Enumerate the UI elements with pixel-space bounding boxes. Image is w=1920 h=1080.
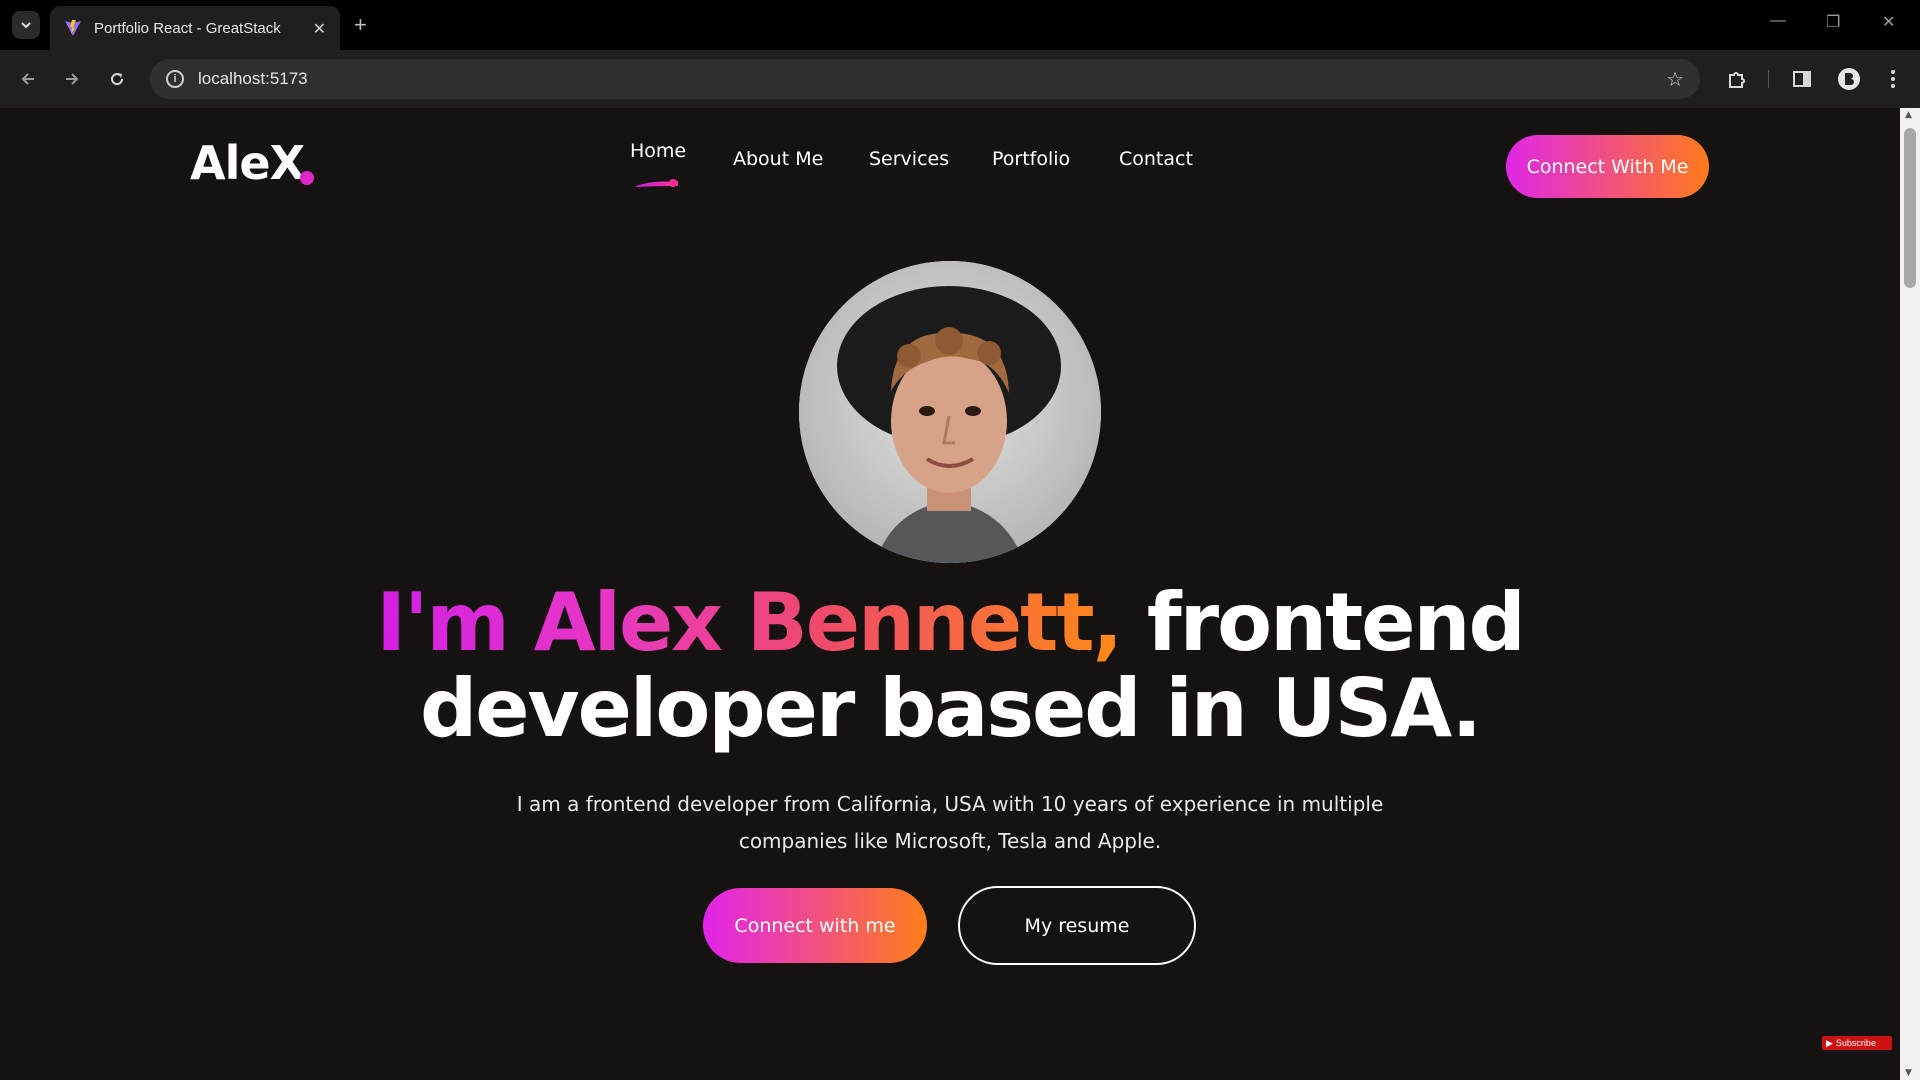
nav-item-home[interactable]: Home (630, 140, 686, 162)
new-tab-button[interactable]: + (354, 12, 367, 38)
nav-item-contact[interactable]: Contact (1119, 148, 1193, 170)
url-text: localhost:5173 (198, 69, 308, 88)
profile-avatar-icon (1838, 68, 1860, 90)
scroll-up-icon[interactable]: ▲ (1905, 110, 1912, 120)
tab-close-icon[interactable]: ✕ (313, 19, 326, 38)
hero-heading: I'm Alex Bennett, frontend developer bas… (0, 580, 1900, 752)
arrow-left-icon (21, 73, 34, 85)
reload-button[interactable] (103, 65, 131, 93)
hero-description: I am a frontend developer from Californi… (516, 792, 1384, 853)
minimize-button[interactable]: — (1770, 12, 1786, 30)
tab-search-button[interactable] (12, 11, 40, 39)
site-info-icon[interactable]: i (166, 70, 184, 88)
profile-button[interactable] (1836, 66, 1862, 92)
profile-photo (799, 261, 1101, 563)
hero-heading-line1-rest: frontend (1121, 576, 1526, 669)
page-scrollbar[interactable]: ▲ ▼ (1900, 108, 1920, 1080)
active-nav-underline (636, 179, 678, 187)
more-vertical-icon (1891, 70, 1895, 88)
side-panel-icon (1793, 71, 1811, 87)
arrow-right-icon (66, 73, 79, 85)
forward-button[interactable] (58, 65, 86, 93)
scroll-down-icon[interactable]: ▼ (1905, 1068, 1912, 1078)
scrollbar-thumb[interactable] (1904, 128, 1916, 288)
subscribe-badge[interactable]: ▶ Subscribe (1822, 1036, 1892, 1050)
nav-item-services[interactable]: Services (869, 148, 949, 170)
nav-item-about-me[interactable]: About Me (733, 148, 823, 170)
vite-favicon-icon (65, 20, 81, 36)
page-viewport: AleX Home About Me Services Portfolio Co… (0, 108, 1900, 1080)
browser-tab-bar: Portfolio React - GreatStack ✕ + — ❐ ✕ (0, 0, 1920, 50)
browser-menu-button[interactable] (1880, 66, 1906, 92)
extensions-button[interactable] (1724, 66, 1750, 92)
address-bar[interactable]: i localhost:5173 ☆ (150, 59, 1700, 99)
toolbar-divider (1768, 70, 1769, 88)
nav-item-portfolio[interactable]: Portfolio (992, 148, 1070, 170)
back-button[interactable] (14, 65, 42, 93)
my-resume-button[interactable]: My resume (958, 886, 1196, 965)
connect-with-me-nav-button[interactable]: Connect With Me (1506, 135, 1709, 198)
reload-icon (111, 73, 124, 86)
connect-with-me-button[interactable]: Connect with me (703, 888, 927, 963)
puzzle-icon (1729, 72, 1745, 88)
browser-toolbar: i localhost:5173 ☆ (0, 50, 1920, 108)
hero-heading-line2: developer based in USA. (420, 662, 1482, 755)
chevron-down-icon (21, 22, 31, 29)
restore-button[interactable]: ❐ (1826, 12, 1840, 32)
side-panel-button[interactable] (1789, 66, 1815, 92)
logo-accent-dot (300, 171, 314, 185)
subscribe-badge-label: Subscribe (1835, 1038, 1876, 1048)
browser-tab-active[interactable]: Portfolio React - GreatStack ✕ (50, 6, 340, 50)
hero-heading-name: I'm Alex Bennett, (376, 576, 1123, 669)
site-logo[interactable]: AleX (190, 136, 305, 190)
close-window-button[interactable]: ✕ (1882, 12, 1895, 32)
bookmark-star-icon[interactable]: ☆ (1666, 67, 1684, 91)
youtube-play-icon: ▶ (1826, 1037, 1833, 1048)
profile-portrait-illustration (799, 261, 1101, 563)
tab-title: Portfolio React - GreatStack (94, 19, 281, 37)
